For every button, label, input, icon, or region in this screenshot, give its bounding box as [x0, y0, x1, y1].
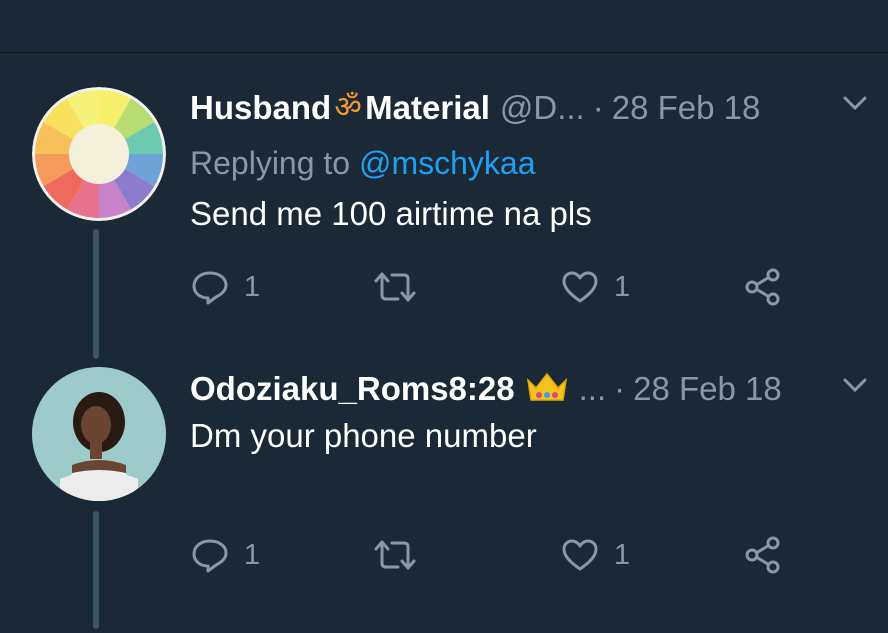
- tweet[interactable]: Husband ॐ Material @D... · 28 Feb 18 Rep…: [0, 53, 888, 363]
- chevron-down-icon[interactable]: [842, 377, 868, 400]
- retweet-button[interactable]: [370, 533, 420, 577]
- avatar[interactable]: [32, 367, 166, 501]
- separator-dot: ·: [592, 89, 604, 126]
- heart-icon: [562, 539, 598, 571]
- display-name[interactable]: Husband: [190, 89, 331, 127]
- crown-icon: [525, 370, 569, 409]
- reply-icon: [192, 271, 228, 305]
- thread-line: [93, 229, 99, 359]
- share-icon: [745, 268, 780, 306]
- svg-text:ॐ: ॐ: [334, 90, 361, 123]
- share-button[interactable]: [743, 533, 783, 577]
- tweet-date[interactable]: 28 Feb 18: [633, 370, 782, 408]
- om-icon: ॐ: [331, 89, 365, 128]
- tweet-text: Send me 100 airtime na pls: [190, 195, 592, 232]
- display-name-suffix[interactable]: Material: [365, 89, 490, 127]
- replying-prefix: Replying to: [190, 145, 351, 181]
- top-bar: [0, 0, 888, 53]
- tweet-text: Dm your phone number: [190, 417, 537, 454]
- tweet[interactable]: Odoziaku_Roms8:28 ... · 28 Feb 18 Dm you…: [0, 363, 888, 633]
- avatar[interactable]: [32, 87, 166, 221]
- like-button[interactable]: 1: [560, 533, 630, 577]
- like-count: 1: [614, 270, 631, 303]
- mention-link[interactable]: @mschykaa: [359, 145, 536, 181]
- tweet-header: Husband ॐ Material @D... · 28 Feb 18: [190, 86, 868, 130]
- replying-to: Replying to @mschykaa: [190, 145, 536, 182]
- share-icon: [745, 536, 780, 574]
- retweet-icon: [374, 540, 416, 570]
- like-button[interactable]: 1: [560, 265, 630, 309]
- profile-photo: [32, 367, 166, 501]
- display-name[interactable]: Odoziaku_Roms8:28: [190, 370, 515, 408]
- user-handle[interactable]: ...: [579, 370, 607, 408]
- user-handle[interactable]: @D...: [500, 89, 585, 127]
- separator-dot: ·: [614, 370, 626, 407]
- tweet-actions: 1 1: [190, 265, 810, 309]
- reply-icon: [192, 539, 228, 573]
- reply-count: 1: [244, 538, 261, 571]
- like-count: 1: [614, 538, 631, 571]
- reply-button[interactable]: 1: [190, 533, 260, 577]
- retweet-icon: [374, 272, 416, 302]
- reply-button[interactable]: 1: [190, 265, 260, 309]
- color-wheel-avatar-image: [32, 87, 166, 221]
- tweet-header: Odoziaku_Roms8:28 ... · 28 Feb 18: [190, 367, 868, 411]
- thread-line: [93, 511, 99, 629]
- heart-icon: [562, 271, 598, 303]
- share-button[interactable]: [743, 265, 783, 309]
- retweet-button[interactable]: [370, 265, 420, 309]
- tweet-date[interactable]: 28 Feb 18: [612, 89, 761, 127]
- reply-count: 1: [244, 270, 261, 303]
- tweet-actions: 1 1: [190, 533, 810, 577]
- chevron-down-icon[interactable]: [842, 95, 868, 118]
